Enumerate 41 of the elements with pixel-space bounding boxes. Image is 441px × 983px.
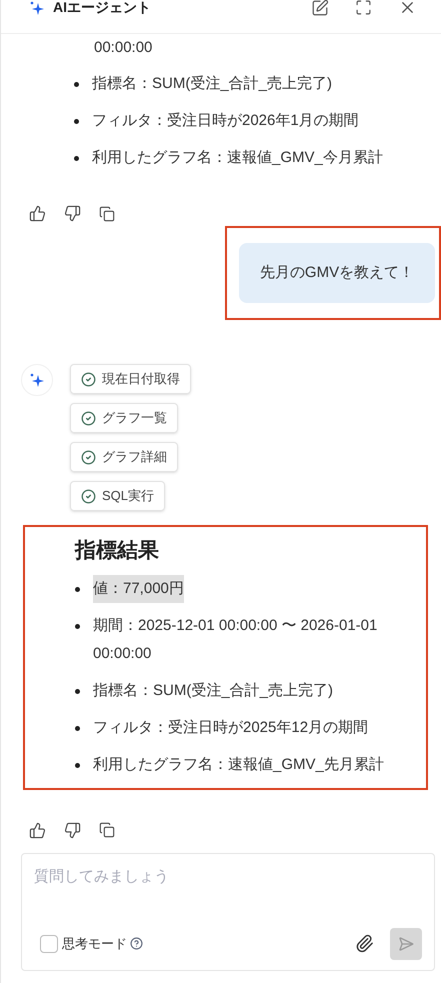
- bullet-icon: [74, 82, 79, 87]
- thinking-mode-label: 思考モード: [62, 934, 127, 953]
- thumbs-up-button[interactable]: [29, 822, 46, 838]
- tool-step-chip: 現在日付取得: [70, 364, 191, 394]
- list-item-text: 利用したグラフ名：速報値_GMV_今月累計: [92, 148, 383, 168]
- bullet-icon: [75, 586, 80, 592]
- bullet-icon: [75, 762, 80, 768]
- bullet-icon: [75, 688, 80, 694]
- bullet-icon: [75, 726, 80, 730]
- tool-step-chip: グラフ詳細: [70, 442, 178, 472]
- sparkle-icon: [29, 372, 45, 388]
- tool-step-chip: グラフ一覧: [70, 403, 178, 433]
- bullet-icon: [75, 624, 80, 628]
- copy-button[interactable]: [99, 205, 115, 222]
- copy-button[interactable]: [99, 822, 115, 838]
- list-item-text: 利用したグラフ名：速報値_GMV_先月累計: [93, 754, 384, 774]
- thumbs-down-button[interactable]: [64, 822, 81, 838]
- send-button[interactable]: [390, 928, 422, 960]
- tool-step-chip: SQL実行: [70, 481, 166, 511]
- bullet-icon: [74, 156, 79, 161]
- list-item-text: フィルタ：受注日時が2025年12月の期間: [93, 718, 368, 738]
- help-icon: [130, 937, 143, 950]
- user-message-bubble: 先月のGMVを教えて！: [239, 243, 435, 303]
- edit-button[interactable]: [311, 0, 329, 17]
- list-item-text: 指標名：SUM(受注_合計_売上完了): [93, 680, 334, 700]
- list-item-text: 値：77,000円: [93, 574, 184, 602]
- attach-button[interactable]: [355, 934, 374, 953]
- list-item-text: 00:00:00: [94, 39, 152, 56]
- list-item-text: 期間：2025-12-01 00:00:00 〜 2026-01-01 00:00:00: [93, 616, 378, 664]
- send-icon: [398, 936, 414, 952]
- thumbs-up-button[interactable]: [29, 205, 46, 222]
- bullet-icon: [74, 119, 79, 124]
- question-input[interactable]: 質問してみましょう: [34, 866, 422, 888]
- list-item-text: 指標名：SUM(受注_合計_売上完了): [92, 74, 332, 94]
- list-item-text: フィルタ：受注日時が2026年1月の期間: [92, 111, 359, 131]
- answer-heading: 指標結果: [75, 538, 160, 564]
- window-title: AIエージェント: [53, 0, 151, 17]
- thumbs-down-button[interactable]: [64, 205, 81, 222]
- expand-button[interactable]: [355, 0, 372, 17]
- thinking-mode-checkbox[interactable]: [40, 934, 58, 952]
- sparkle-icon: [29, 0, 45, 16]
